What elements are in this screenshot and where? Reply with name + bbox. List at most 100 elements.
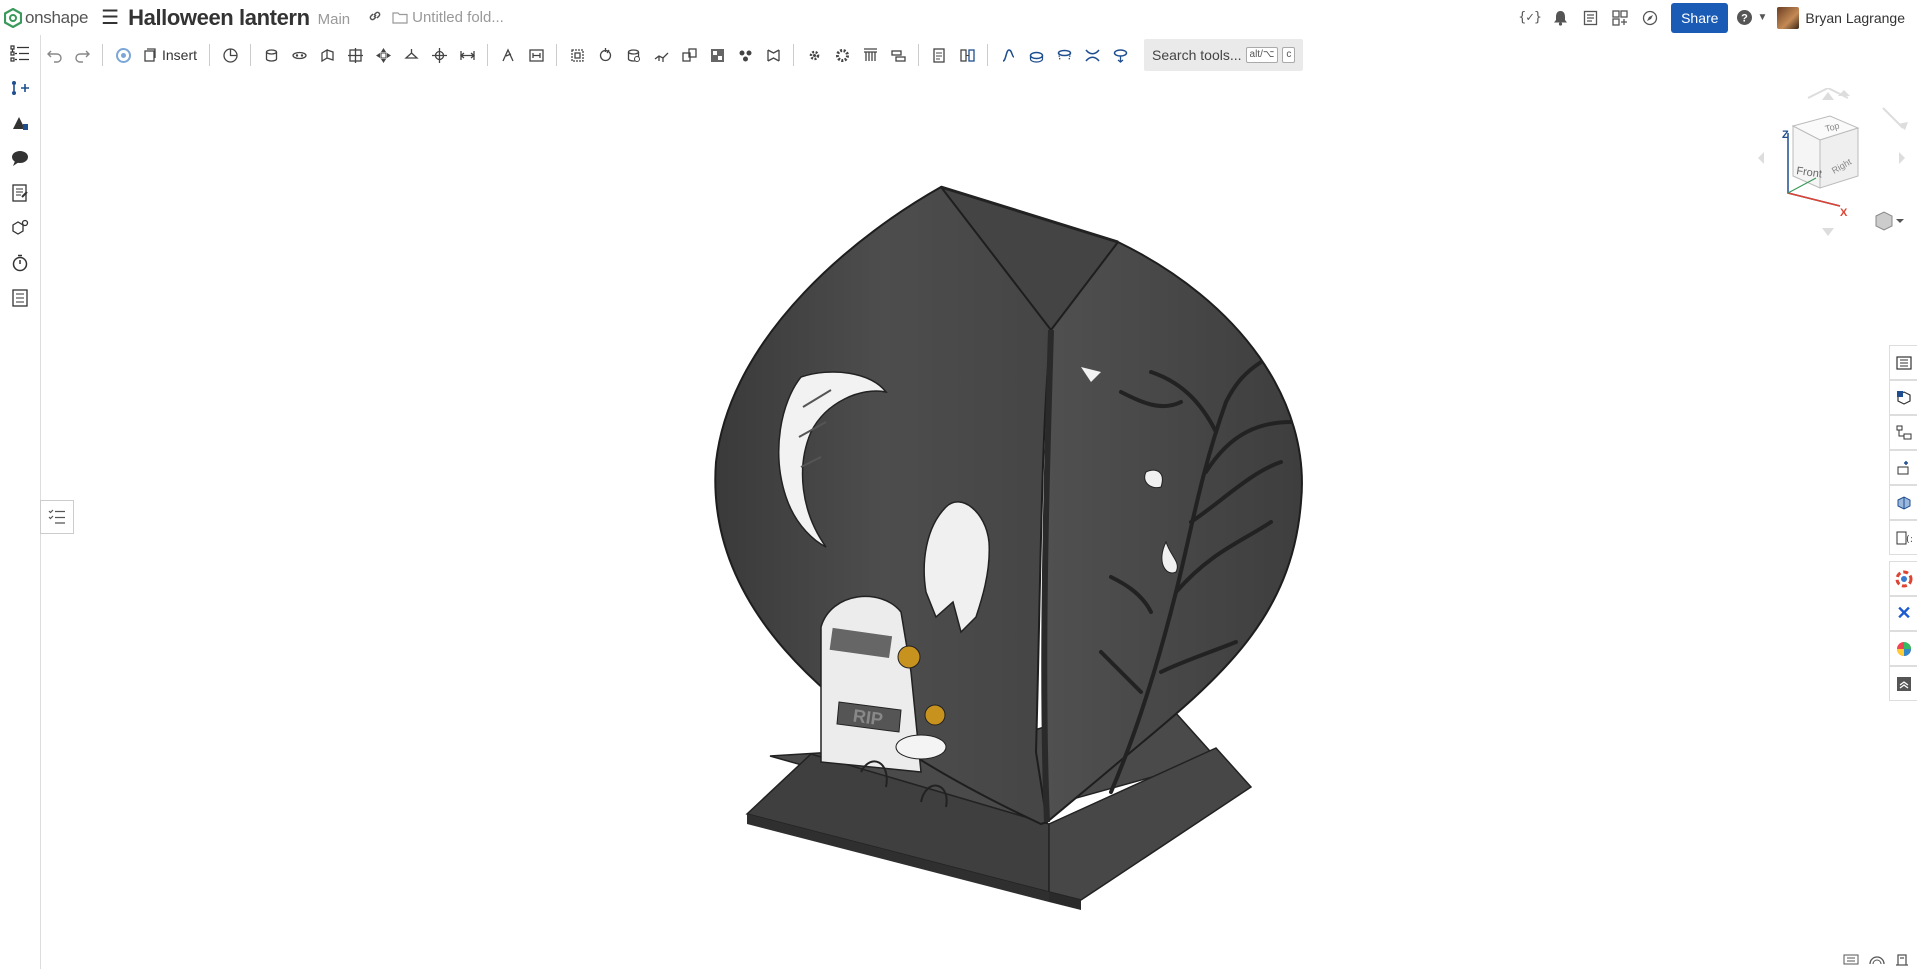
toolbar-divider xyxy=(918,44,920,66)
view-options-icon[interactable] xyxy=(1875,211,1904,231)
mass-properties-icon[interactable] xyxy=(1889,380,1917,415)
thicken-icon[interactable] xyxy=(369,40,397,70)
rib-icon[interactable] xyxy=(522,40,550,70)
insert-button[interactable]: Insert xyxy=(137,47,203,63)
curve-icon[interactable] xyxy=(1022,40,1050,70)
notes-panel-icon[interactable] xyxy=(0,175,40,210)
app-store-icon[interactable] xyxy=(1605,3,1635,33)
lantern-model[interactable]: RIP xyxy=(714,185,1303,910)
toolbar-divider xyxy=(487,44,489,66)
onshape-logo[interactable]: onshape xyxy=(4,7,89,28)
shortcut-key: alt/⌥ xyxy=(1245,47,1279,63)
search-tools-button[interactable]: Search tools... alt/⌥ c xyxy=(1144,39,1304,71)
toolbar-divider xyxy=(102,44,103,66)
enclose-icon[interactable] xyxy=(397,40,425,70)
support-icon[interactable] xyxy=(1889,561,1917,596)
draft-icon[interactable] xyxy=(494,40,522,70)
document-title[interactable]: Halloween lantern xyxy=(128,5,310,31)
frame-icon[interactable] xyxy=(884,40,912,70)
pattern-icon[interactable] xyxy=(703,40,731,70)
rotate-up-icon[interactable] xyxy=(1822,92,1834,100)
hole-icon[interactable] xyxy=(591,40,619,70)
3d-viewport[interactable]: RIP xyxy=(41,72,1889,969)
learning-icon[interactable] xyxy=(1635,3,1665,33)
axis-label-x: X xyxy=(1840,207,1848,219)
rotate-down-icon[interactable] xyxy=(1822,228,1834,236)
parts-icon[interactable] xyxy=(0,210,40,245)
fillet-icon[interactable] xyxy=(425,40,453,70)
sweep-icon[interactable] xyxy=(313,40,341,70)
feature-list-icon[interactable] xyxy=(0,35,40,70)
appearances-icon[interactable] xyxy=(0,105,40,140)
branch-icon[interactable] xyxy=(1895,952,1909,969)
configurations-panel-icon[interactable] xyxy=(1889,415,1917,450)
fill-icon[interactable] xyxy=(1106,40,1134,70)
tab-manager-icon[interactable] xyxy=(1843,952,1859,969)
bridging-curve-icon[interactable] xyxy=(1078,40,1106,70)
history-icon[interactable] xyxy=(0,245,40,280)
undo-icon[interactable] xyxy=(40,40,68,70)
boolean-icon[interactable] xyxy=(619,40,647,70)
rotate-right-icon[interactable] xyxy=(1899,152,1905,164)
avatar xyxy=(1777,6,1800,29)
modify-fillet-icon[interactable] xyxy=(828,40,856,70)
search-tools-label: Search tools... xyxy=(1152,47,1242,63)
app-x-icon[interactable]: ✕ xyxy=(1889,596,1917,631)
render-studio-icon[interactable] xyxy=(1889,631,1917,666)
help-menu[interactable]: ? ▼ xyxy=(1736,9,1767,26)
help-icon: ? xyxy=(1737,10,1753,25)
custom-features-icon[interactable]: (x) xyxy=(1889,520,1917,555)
share-button[interactable]: Share xyxy=(1671,2,1729,33)
view-cube[interactable]: Top Front Right Z X xyxy=(1748,88,1917,238)
insert-icon xyxy=(144,48,156,62)
add-variable-icon[interactable] xyxy=(0,70,40,105)
feature-toolbar: Insert Search tools... alt/⌥ c xyxy=(40,38,1304,72)
bom-icon[interactable] xyxy=(0,280,40,315)
variables-icon[interactable]: {✓} xyxy=(1515,3,1545,33)
plane-icon[interactable] xyxy=(925,40,953,70)
loft-icon[interactable] xyxy=(341,40,369,70)
top-right-controls: {✓} Share ? ▼ Bryan Lagrange xyxy=(1515,0,1917,35)
bell-icon[interactable] xyxy=(1545,3,1575,33)
bottom-right-controls xyxy=(1843,952,1909,969)
folder-breadcrumb[interactable]: Untitled fold... xyxy=(392,9,504,26)
mirror-icon[interactable] xyxy=(731,40,759,70)
sketch-icon[interactable] xyxy=(216,40,244,70)
split-icon[interactable] xyxy=(647,40,675,70)
view-cube-box[interactable]: Top Front Right xyxy=(1791,115,1860,189)
branch-name[interactable]: Main xyxy=(318,11,351,28)
toolbar-divider xyxy=(793,44,795,66)
mate-connector-icon[interactable] xyxy=(953,40,981,70)
history-view-icon[interactable] xyxy=(1869,952,1885,969)
redo-icon[interactable] xyxy=(68,40,96,70)
logo-text: onshape xyxy=(25,7,89,27)
user-menu[interactable]: Bryan Lagrange xyxy=(1777,6,1905,29)
right-panel-bar: (x) ✕ xyxy=(1889,345,1917,701)
revolve-icon[interactable] xyxy=(285,40,313,70)
configurations-icon[interactable] xyxy=(109,40,137,70)
section-view-icon[interactable] xyxy=(1889,485,1917,520)
top-bar: onshape ☰ Halloween lantern Main Untitle… xyxy=(0,0,1917,35)
rotate-left-icon[interactable] xyxy=(1758,152,1764,164)
gear-icon[interactable] xyxy=(800,40,828,70)
surface-icon[interactable] xyxy=(1050,40,1078,70)
shell-icon[interactable] xyxy=(563,40,591,70)
sheet-metal-icon[interactable] xyxy=(856,40,884,70)
layers-icon[interactable] xyxy=(1889,666,1917,701)
chamfer-icon[interactable] xyxy=(453,40,481,70)
notes-icon[interactable] xyxy=(1575,3,1605,33)
helix-icon[interactable] xyxy=(994,40,1022,70)
comments-icon[interactable] xyxy=(0,140,40,175)
chevron-down-icon: ▼ xyxy=(1757,12,1768,23)
transform-icon[interactable] xyxy=(675,40,703,70)
extrude-icon[interactable] xyxy=(257,40,285,70)
link-icon[interactable] xyxy=(368,9,382,26)
delete-part-icon[interactable] xyxy=(759,40,787,70)
folder-icon xyxy=(392,12,408,24)
left-panel-bar xyxy=(0,35,41,969)
properties-icon[interactable] xyxy=(1889,345,1917,380)
menu-icon[interactable]: ☰ xyxy=(100,5,120,30)
toolbar-divider xyxy=(250,44,252,66)
svg-text:(x): (x) xyxy=(1905,535,1912,545)
measure-icon[interactable] xyxy=(1889,450,1917,485)
